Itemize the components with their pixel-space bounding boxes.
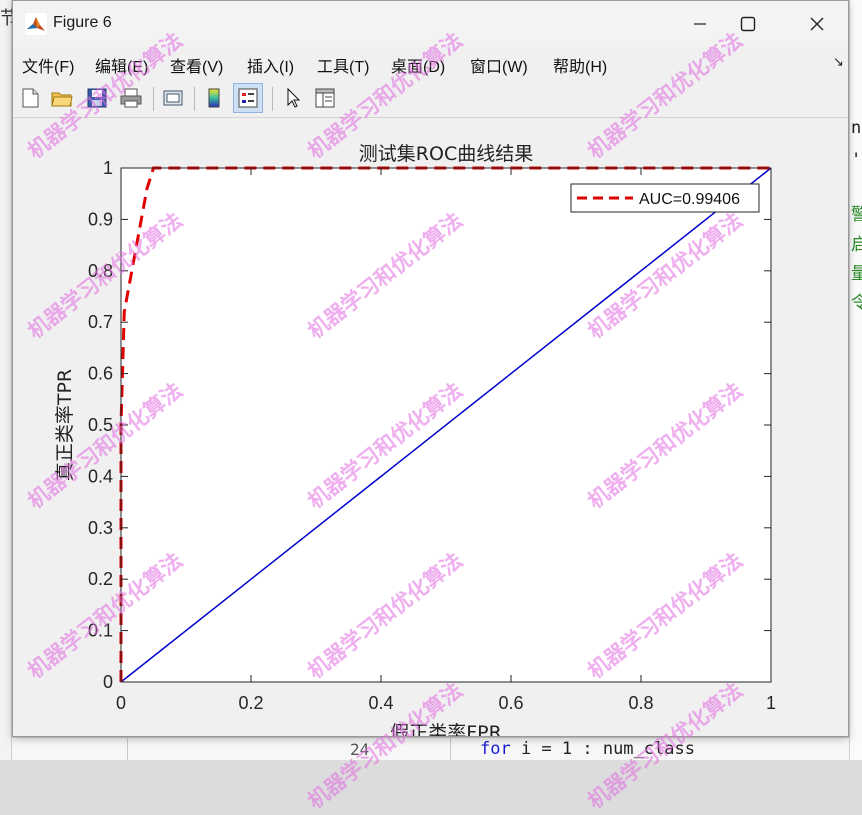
x-tick-label: 0	[116, 693, 126, 713]
title-bar[interactable]: Figure 6	[13, 1, 848, 47]
background-code-fragment: 量	[851, 259, 862, 284]
close-icon	[810, 17, 824, 31]
menu-bar: 文件(F) 编辑(E) 查看(V) 插入(I) 工具(T) 桌面(D) 窗口(W…	[13, 47, 848, 79]
x-tick-label: 0.8	[628, 693, 653, 713]
menu-help[interactable]: 帮助(H)	[553, 53, 607, 77]
toolbar-separator	[153, 87, 154, 111]
y-axis-label: 真正类率TPR	[54, 369, 76, 481]
y-tick-label: 0.7	[88, 312, 113, 332]
maximize-icon	[740, 16, 756, 32]
background-code-line: 24 for i = 1 : num_class	[12, 737, 849, 761]
link-plot-icon	[163, 90, 183, 106]
edit-plot-button[interactable]	[278, 83, 308, 113]
pointer-arrow-icon	[287, 87, 301, 108]
y-tick-label: 0	[103, 672, 113, 692]
toolbar-separator	[272, 87, 273, 111]
background-code-fragment: 警	[851, 200, 862, 225]
matlab-icon	[25, 13, 47, 35]
legend-label: AUC=0.99406	[639, 191, 740, 208]
menu-file[interactable]: 文件(F)	[22, 53, 74, 77]
gutter-divider	[450, 738, 451, 761]
figure-canvas[interactable]: 0 0.2 0.4 0.6 0.8 1 0 0.1 0.2 0.3 0.4 0.5 0.6 0.7 0.8 0…	[13, 119, 848, 736]
code-text: for i = 1 : num_class	[480, 739, 695, 759]
figure-toolbar	[13, 80, 848, 118]
colorbar-icon	[208, 88, 220, 108]
colorbar-button[interactable]	[199, 83, 229, 113]
x-tick-label: 1	[766, 693, 776, 713]
close-button[interactable]	[794, 1, 840, 47]
new-figure-button[interactable]	[15, 83, 45, 113]
background-code-fragment: 令	[851, 288, 862, 313]
y-tick-label: 0.5	[88, 415, 113, 435]
legend[interactable]: AUC=0.99406	[570, 183, 760, 213]
menu-desktop[interactable]: 桌面(D)	[391, 53, 445, 77]
figure-window: Figure 6 文件(F) 编辑(E) 查看(V) 插入(I) 工具(T) 桌…	[12, 0, 849, 737]
y-tick-label: 0.4	[88, 466, 113, 486]
dock-arrow-icon[interactable]: ↘	[833, 55, 844, 70]
link-plot-button[interactable]	[158, 83, 188, 113]
minimize-icon	[694, 23, 706, 25]
menu-window[interactable]: 窗口(W)	[470, 53, 528, 77]
roc-chart: 0 0.2 0.4 0.6 0.8 1 0 0.1 0.2 0.3 0.4 0.5 0.6 0.7 0.8 0…	[54, 143, 776, 736]
window-title: Figure 6	[53, 14, 112, 31]
x-axis-label: 假正类率FPR	[390, 722, 502, 736]
save-button[interactable]	[82, 83, 112, 113]
y-tick-label: 0.3	[88, 518, 113, 538]
y-tick-label: 0.1	[88, 621, 113, 641]
menu-insert[interactable]: 插入(I)	[247, 53, 294, 77]
legend-icon	[238, 88, 258, 108]
x-tick-label: 0.6	[498, 693, 523, 713]
menu-edit[interactable]: 编辑(E)	[95, 53, 148, 77]
y-tick-label: 0.6	[88, 364, 113, 384]
minimize-button[interactable]	[677, 1, 723, 47]
toolbar-separator	[194, 87, 195, 111]
save-icon	[87, 88, 107, 108]
printer-icon	[120, 88, 142, 108]
menu-tools[interactable]: 工具(T)	[317, 53, 369, 77]
line-number: 24	[350, 740, 370, 759]
background-code-editor: n, ', 警 启 量 令	[849, 0, 862, 760]
new-file-icon	[22, 88, 39, 108]
legend-button[interactable]	[233, 83, 263, 113]
chart-title: 测试集ROC曲线结果	[359, 143, 533, 165]
code-keyword: for	[480, 739, 511, 759]
folder-icon	[51, 92, 73, 107]
y-tick-label: 1	[103, 158, 113, 178]
background-code-fragment: ',	[851, 150, 862, 170]
open-button[interactable]	[47, 83, 77, 113]
maximize-button[interactable]	[725, 1, 771, 47]
y-tick-label: 0.9	[88, 209, 113, 229]
background-code-fragment: 启	[851, 230, 862, 255]
gutter-divider	[127, 738, 128, 761]
y-tick-label: 0.2	[88, 569, 113, 589]
property-editor-button[interactable]	[310, 83, 340, 113]
property-editor-icon	[315, 88, 335, 108]
x-tick-label: 0.2	[238, 693, 263, 713]
y-tick-label: 0.8	[88, 261, 113, 281]
code-rest: i = 1 : num_class	[510, 739, 695, 759]
x-tick-label: 0.4	[368, 693, 393, 713]
print-button[interactable]	[116, 83, 146, 113]
background-code-fragment: n,	[851, 118, 862, 138]
background-left-panel: 节	[0, 0, 18, 760]
menu-view[interactable]: 查看(V)	[170, 53, 223, 77]
